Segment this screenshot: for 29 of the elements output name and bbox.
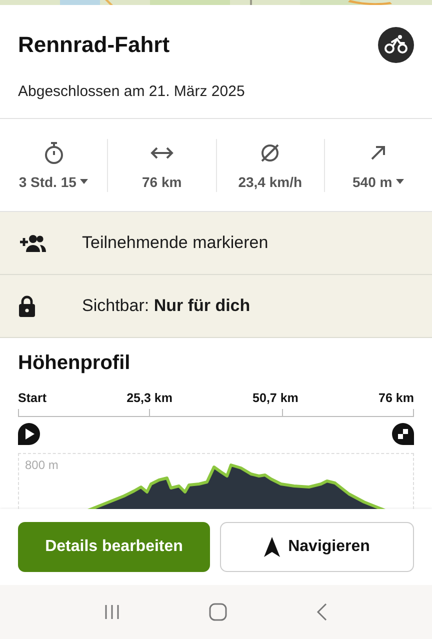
- recent-apps-icon[interactable]: [104, 604, 120, 620]
- section-title: Höhenprofil: [18, 352, 132, 375]
- stat-value: 76 km: [142, 174, 182, 190]
- up-right-arrow-icon: [369, 144, 388, 162]
- activity-title: Rennrad-Fahrt: [18, 32, 170, 58]
- stat-value[interactable]: 3 Std. 15: [18, 174, 76, 190]
- distance-label: 50,7 km: [252, 391, 298, 405]
- add-person-icon: [18, 234, 46, 252]
- lock-icon: [18, 295, 36, 317]
- visibility-setting[interactable]: Sichtbar: Nur für dich: [82, 296, 250, 316]
- distance-label: 76 km: [378, 391, 414, 405]
- tag-participants-item[interactable]: Teilnehmende markieren: [82, 233, 268, 253]
- height-label: 800 m: [25, 458, 58, 472]
- home-icon[interactable]: [208, 603, 227, 621]
- completion-date: Abgeschlossen am 21. März 2025: [18, 83, 246, 100]
- distance-label: 25,3 km: [126, 391, 172, 405]
- distance-label: Start: [18, 391, 46, 405]
- edit-details-button[interactable]: Details bearbeiten: [18, 522, 210, 572]
- caret-icon[interactable]: [396, 179, 404, 184]
- back-icon[interactable]: [316, 603, 328, 621]
- stopwatch-icon: [42, 140, 65, 164]
- stat-value: 23,4 km/h: [238, 174, 302, 190]
- caret-icon[interactable]: [80, 179, 88, 184]
- navigate-button[interactable]: Navigieren: [220, 522, 414, 572]
- bicycle-icon: [378, 27, 414, 63]
- diameter-icon: [259, 142, 282, 164]
- left-right-arrow-icon: [150, 146, 174, 160]
- navigation-arrow-icon: [264, 537, 280, 557]
- stat-value[interactable]: 540 m: [352, 174, 392, 190]
